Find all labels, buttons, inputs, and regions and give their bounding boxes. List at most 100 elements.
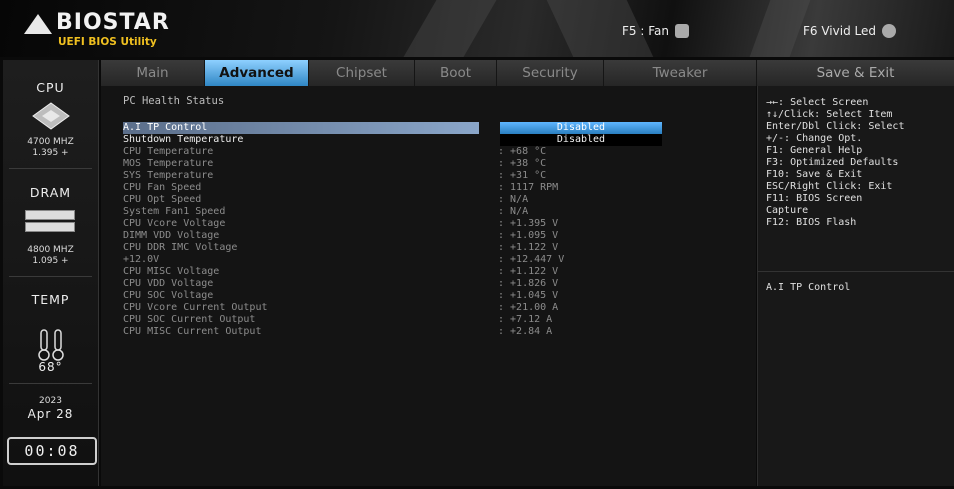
logo-brand: BIOSTAR	[56, 10, 170, 35]
readout-value: : N/A	[498, 206, 529, 217]
thermometer-icon	[38, 329, 64, 361]
help-divider	[758, 271, 954, 272]
readout-label: SYS Temperature	[123, 170, 214, 181]
readout-label: CPU DDR IMC Voltage	[123, 242, 238, 253]
setting-label: Shutdown Temperature	[123, 134, 244, 145]
readout-value: : +1.045 V	[498, 290, 559, 301]
readout-row: CPU Vcore Current Output : +21.00 A	[123, 302, 753, 314]
readout-label: DIMM VDD Voltage	[123, 230, 220, 241]
readout-label: CPU Fan Speed	[123, 182, 202, 193]
readout-row: CPU Fan Speed : 1117 RPM	[123, 182, 753, 194]
readout-row: CPU MISC Voltage : +1.122 V	[123, 266, 753, 278]
readout-value: : +1.122 V	[498, 266, 559, 277]
decor-shard	[403, 0, 497, 57]
cpu-chip-icon	[32, 102, 70, 130]
help-line: F11: BIOS Screen	[766, 193, 863, 204]
setting-label: A.I TP Control	[123, 122, 479, 134]
readout-row: +12.0V : +12.447 V	[123, 254, 753, 266]
fan-hotkey-label: F5 : Fan	[622, 24, 669, 38]
cpu-voltage: 1.395 +	[32, 148, 69, 158]
readout-label: CPU MISC Current Output	[123, 326, 262, 337]
readout-value: : +38 °C	[498, 158, 547, 169]
temp-title: TEMP	[31, 292, 70, 307]
help-line: Enter/Dbl Click: Select	[766, 121, 905, 132]
dram-title: DRAM	[29, 185, 72, 200]
tab-main[interactable]: Main	[101, 60, 205, 86]
readout-label: CPU Opt Speed	[123, 194, 202, 205]
readout-row: CPU SOC Voltage : +1.045 V	[123, 290, 753, 302]
tab-chipset[interactable]: Chipset	[309, 60, 415, 86]
fan-icon	[674, 24, 689, 38]
help-line: +/-: Change Opt.	[766, 133, 863, 144]
dram-module-icon	[25, 222, 75, 232]
readout-label: MOS Temperature	[123, 158, 214, 169]
readout-row: CPU DDR IMC Voltage : +1.122 V	[123, 242, 753, 254]
readout-row: CPU Temperature : +68 °C	[123, 146, 753, 158]
readout-row: System Fan1 Speed : N/A	[123, 206, 753, 218]
readout-value: : +1.122 V	[498, 242, 559, 253]
system-info-sidebar: CPU 4700 MHZ 1.395 + DRAM 4800 MHZ 1.095…	[3, 60, 99, 486]
time-display: 00:08	[7, 437, 97, 465]
readout-label: CPU Vcore Voltage	[123, 218, 226, 229]
tab-advanced[interactable]: Advanced	[205, 60, 309, 86]
divider	[9, 276, 92, 277]
cpu-title: CPU	[36, 80, 65, 95]
logo-triangle-icon	[24, 14, 52, 34]
help-line: F12: BIOS Flash	[766, 217, 857, 228]
divider	[9, 383, 92, 384]
readout-label: CPU Temperature	[123, 146, 214, 157]
led-icon	[881, 24, 896, 38]
readout-value: : 1117 RPM	[498, 182, 559, 193]
dram-frequency: 4800 MHZ	[27, 245, 74, 255]
readout-label: +12.0V	[123, 254, 160, 265]
help-line: F10: Save & Exit	[766, 169, 863, 180]
readout-row: SYS Temperature : +31 °C	[123, 170, 753, 182]
vivid-led-hotkey[interactable]: F6 Vivid Led	[803, 24, 896, 38]
readout-value: : +12.447 V	[498, 254, 565, 265]
readout-value: : N/A	[498, 194, 529, 205]
section-title: PC Health Status	[123, 95, 225, 107]
tab-save-exit[interactable]: Save & Exit	[757, 60, 954, 86]
readout-value: : +1.395 V	[498, 218, 559, 229]
main-tab-bar: Main Advanced Chipset Boot Security Twea…	[101, 60, 954, 86]
readout-label: CPU MISC Voltage	[123, 266, 220, 277]
readout-row: CPU MISC Current Output : +2.84 A	[123, 326, 753, 338]
tab-security[interactable]: Security	[497, 60, 604, 86]
date-year: 2023	[39, 396, 62, 406]
readout-label: CPU VDD Voltage	[123, 278, 214, 289]
readout-value: : +68 °C	[498, 146, 547, 157]
readout-label: CPU SOC Voltage	[123, 290, 214, 301]
divider	[9, 168, 92, 169]
help-line: →←: Select Screen	[766, 97, 869, 108]
help-line: Capture	[766, 205, 809, 216]
shutdown-temperature-value[interactable]: Disabled	[500, 134, 662, 146]
readout-label: CPU Vcore Current Output	[123, 302, 268, 313]
readout-value: : +7.12 A	[498, 314, 553, 325]
readout-label: CPU SOC Current Output	[123, 314, 256, 325]
readout-row: CPU VDD Voltage : +1.826 V	[123, 278, 753, 290]
fan-hotkey[interactable]: F5 : Fan	[622, 24, 689, 38]
header-bar: BIOSTAR UEFI BIOS Utility F5 : Fan F6 Vi…	[0, 0, 954, 57]
tab-boot[interactable]: Boot	[415, 60, 497, 86]
dram-module-icon	[25, 210, 75, 220]
tab-tweaker[interactable]: Tweaker	[604, 60, 757, 86]
readout-row: MOS Temperature : +38 °C	[123, 158, 753, 170]
help-line: F3: Optimized Defaults	[766, 157, 899, 168]
logo-subtitle: UEFI BIOS Utility	[58, 36, 157, 48]
readout-value: : +1.826 V	[498, 278, 559, 289]
ai-tp-control-value[interactable]: Disabled	[500, 122, 662, 134]
readout-value: : +31 °C	[498, 170, 547, 181]
readout-row: DIMM VDD Voltage : +1.095 V	[123, 230, 753, 242]
decor-shard	[749, 0, 811, 57]
vivid-led-hotkey-label: F6 Vivid Led	[803, 24, 876, 38]
temp-value: 68°	[38, 360, 63, 374]
help-line: ESC/Right Click: Exit	[766, 181, 893, 192]
cpu-frequency: 4700 MHZ	[27, 137, 74, 147]
readout-row: CPU SOC Current Output : +7.12 A	[123, 314, 753, 326]
help-line: ↑↓/Click: Select Item	[766, 109, 893, 120]
dram-voltage: 1.095 +	[32, 256, 69, 266]
readout-value: : +1.095 V	[498, 230, 559, 241]
readout-row: CPU Opt Speed : N/A	[123, 194, 753, 206]
biostar-logo: BIOSTAR UEFI BIOS Utility	[22, 8, 192, 50]
readout-label: System Fan1 Speed	[123, 206, 226, 217]
